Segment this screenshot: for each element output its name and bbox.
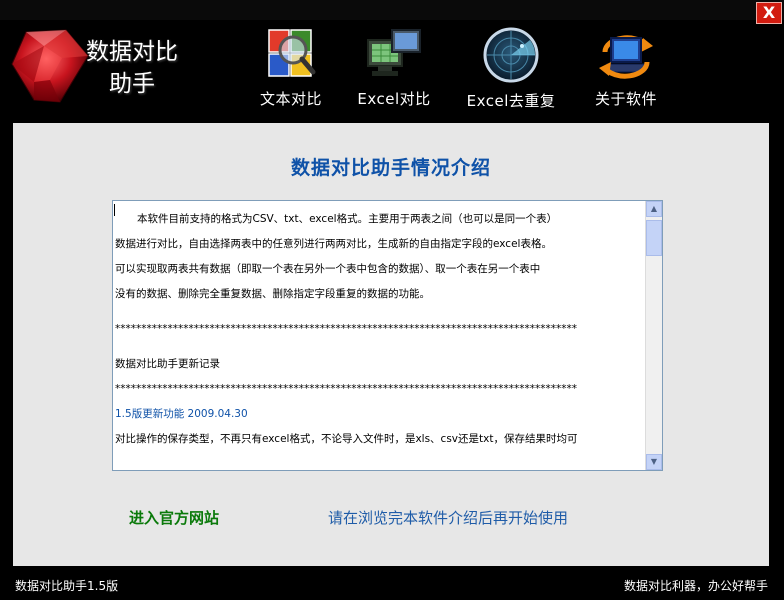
app-logo-text: 数据对比 助手 <box>82 36 182 100</box>
ruby-gem-icon <box>11 29 89 103</box>
status-version: 数据对比助手1.5版 <box>15 579 119 593</box>
official-site-link[interactable]: 进入官方网站 <box>129 507 219 528</box>
close-button[interactable]: X <box>756 2 782 24</box>
version-detail: 对比操作的保存类型，不再只有excel格式，不论导入文件时，是xls、csv还是… <box>115 433 578 445</box>
status-bar: 数据对比助手1.5版 数据对比利器，办公好帮手 <box>0 570 784 600</box>
version-line: 1.5版更新功能 2009.04.30 <box>115 408 248 420</box>
separator-line: ****************************************… <box>115 383 577 395</box>
logo-line-1: 数据对比 <box>86 39 178 65</box>
scroll-down-button[interactable]: ▼ <box>646 454 662 470</box>
logo-line-2: 助手 <box>109 71 155 97</box>
update-log-title: 数据对比助手更新记录 <box>115 358 220 370</box>
nav-excel-dedupe[interactable]: Excel去重复 <box>456 26 566 111</box>
separator-line: ****************************************… <box>115 323 577 335</box>
intro-line: 数据进行对比，自由选择两表中的任意列进行两两对比，生成新的自由指定字段的exce… <box>115 238 552 250</box>
nav-excel-compare[interactable]: Excel对比 <box>348 26 440 109</box>
text-compare-icon <box>268 29 316 77</box>
title-bar <box>0 0 784 20</box>
app-logo: 数据对比 助手 <box>4 22 184 114</box>
intro-line: 本软件目前支持的格式为CSV、txt、excel格式。主要用于两表之间（也可以是… <box>137 213 558 225</box>
scroll-thumb[interactable] <box>646 220 662 256</box>
intro-line: 可以实现取两表共有数据（即取一个表在另外一个表中包含的数据）、取一个表在另一个表… <box>115 263 541 275</box>
intro-textarea[interactable]: 本软件目前支持的格式为CSV、txt、excel格式。主要用于两表之间（也可以是… <box>112 200 663 471</box>
vertical-scrollbar[interactable]: ▲ ▼ <box>645 201 662 470</box>
scroll-up-button[interactable]: ▲ <box>646 201 662 217</box>
browse-hint-link[interactable]: 请在浏览完本软件介绍后再开始使用 <box>328 507 568 528</box>
nav-about[interactable]: 关于软件 <box>586 26 666 109</box>
intro-line: 没有的数据、删除完全重复数据、删除指定字段重复的数据的功能。 <box>115 288 430 300</box>
nav-excel-dedupe-label: Excel去重复 <box>466 92 556 110</box>
status-slogan: 数据对比利器，办公好帮手 <box>623 579 768 593</box>
nav-text-compare[interactable]: 文本对比 <box>252 26 330 109</box>
about-icon <box>599 35 653 79</box>
nav-excel-compare-label: Excel对比 <box>357 90 431 108</box>
main-panel: 数据对比助手情况介绍 本软件目前支持的格式为CSV、txt、excel格式。主要… <box>13 123 769 566</box>
page-title: 数据对比助手情况介绍 <box>290 157 491 179</box>
nav-about-label: 关于软件 <box>594 90 657 108</box>
nav-text-compare-label: 文本对比 <box>259 90 322 108</box>
intro-content: 本软件目前支持的格式为CSV、txt、excel格式。主要用于两表之间（也可以是… <box>115 207 645 452</box>
excel-compare-icon <box>367 29 421 76</box>
excel-dedupe-icon <box>483 27 539 83</box>
